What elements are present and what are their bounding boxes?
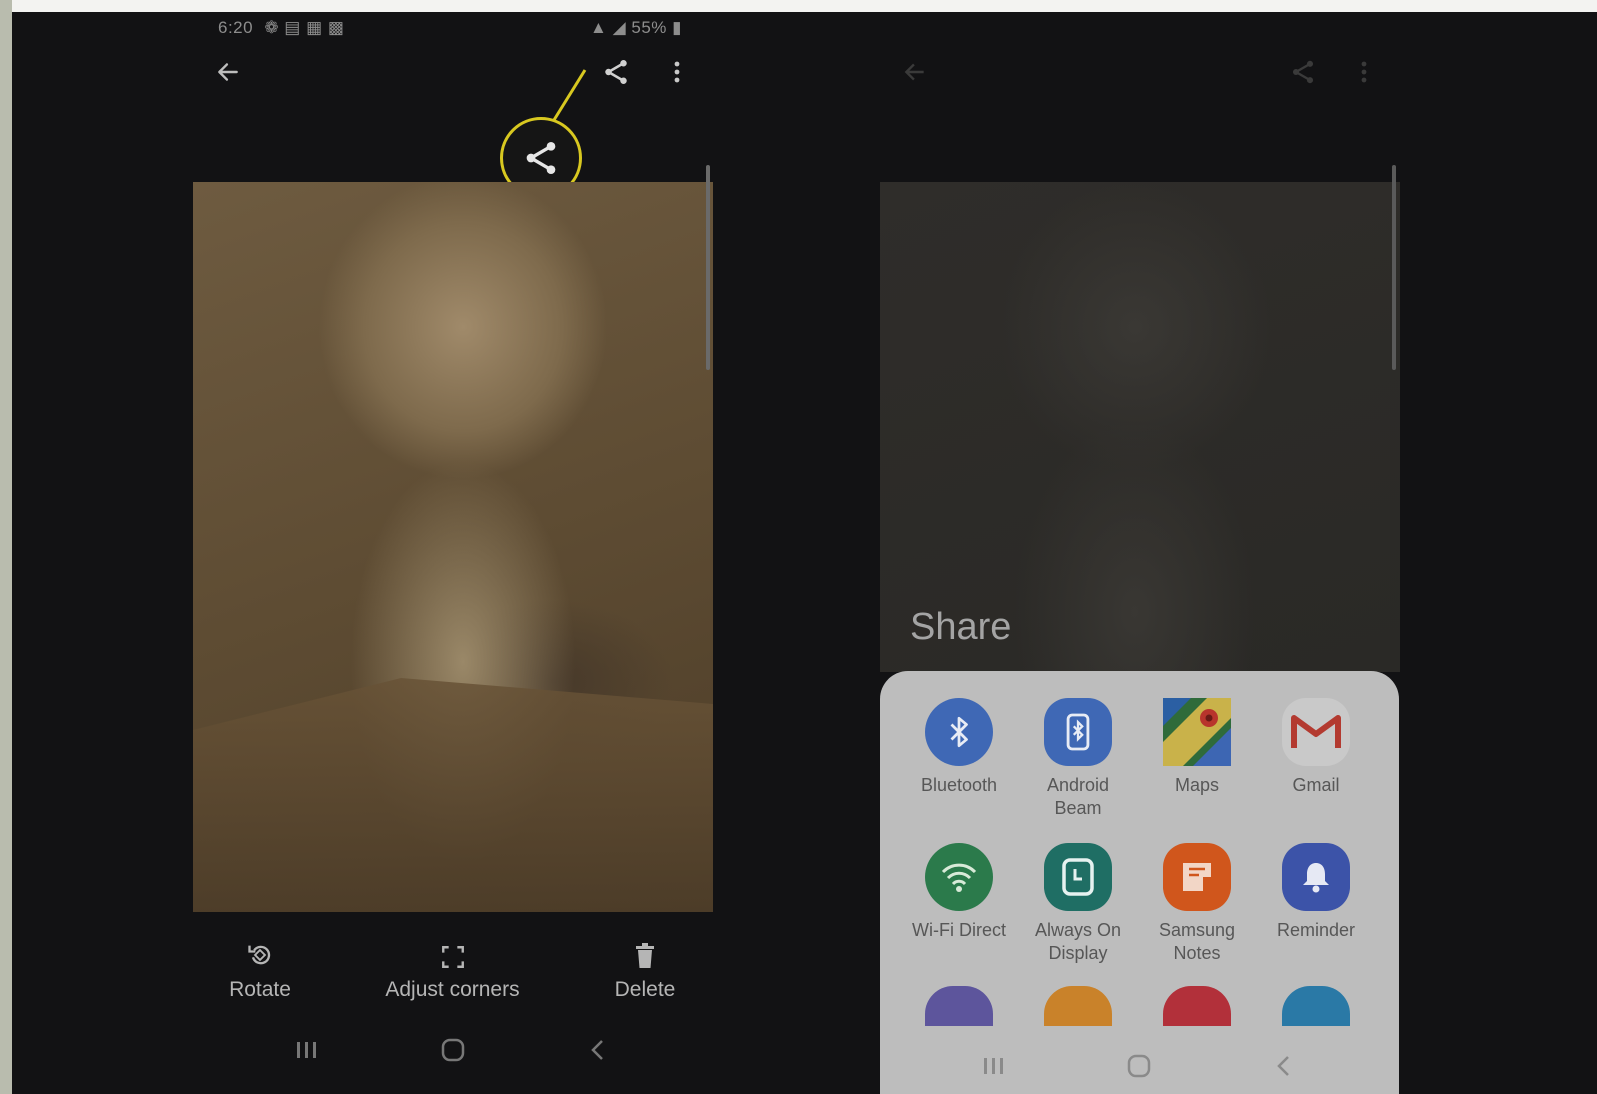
more-options-dimmed: [1342, 50, 1386, 94]
recents-icon: [984, 1058, 1003, 1074]
share-app-samsung-notes[interactable]: Samsung Notes: [1142, 843, 1252, 965]
back-button-dimmed: [893, 50, 937, 94]
always-on-display-icon: [1062, 858, 1094, 896]
more-vert-icon: [1361, 61, 1367, 83]
share-app-label: Samsung Notes: [1158, 920, 1236, 963]
scroll-indicator: [1392, 165, 1396, 370]
delete-button[interactable]: Delete: [600, 936, 690, 1002]
share-app-label: Bluetooth: [920, 775, 998, 795]
android-beam-icon: [1066, 713, 1090, 751]
share-app-reminder[interactable]: Reminder: [1261, 843, 1371, 942]
rotate-label: Rotate: [229, 978, 291, 1001]
home-icon: [1127, 1054, 1151, 1078]
share-app-maps[interactable]: Maps: [1142, 698, 1252, 797]
share-icon: [526, 142, 556, 174]
share-app-partial[interactable]: [1163, 986, 1231, 1026]
rotate-icon: [248, 945, 271, 965]
share-app-label: Maps: [1174, 775, 1219, 795]
share-app-always-on-display[interactable]: Always On Display: [1023, 843, 1133, 965]
scroll-indicator: [706, 165, 710, 370]
share-app-partial[interactable]: [925, 986, 993, 1026]
bluetooth-icon: [950, 716, 968, 748]
nav-back-button[interactable]: [588, 1036, 608, 1064]
trash-icon: [636, 943, 654, 968]
gmail-icon: [1291, 715, 1341, 748]
share-sheet: Bluetooth Android Beam Maps Gmail Wi-Fi …: [880, 671, 1399, 1094]
adjust-corners-label: Adjust corners: [385, 978, 520, 1001]
share-app-gmail[interactable]: Gmail: [1261, 698, 1371, 797]
share-app-label: Wi-Fi Direct: [912, 920, 1006, 940]
share-button-dimmed: [1281, 50, 1325, 94]
samsung-notes-icon: [1183, 863, 1211, 891]
share-app-bluetooth[interactable]: Bluetooth: [904, 698, 1014, 797]
home-button[interactable]: [440, 1036, 466, 1064]
scanned-photo-dimmed: [880, 182, 1400, 672]
scanned-photo[interactable]: [193, 182, 713, 912]
share-app-partial[interactable]: [1044, 986, 1112, 1026]
recent-apps-button[interactable]: [294, 1036, 320, 1064]
rotate-button[interactable]: Rotate: [212, 936, 308, 1002]
home-icon: [441, 1038, 465, 1062]
nav-back-button[interactable]: [1274, 1052, 1294, 1080]
share-app-label: Gmail: [1292, 775, 1340, 795]
share-icon: [1292, 60, 1314, 84]
nav-back-icon: [591, 1040, 603, 1060]
share-app-label: Always On Display: [1034, 920, 1122, 963]
share-app-android-beam[interactable]: Android Beam: [1023, 698, 1133, 820]
recents-icon: [297, 1042, 316, 1058]
nav-back-icon: [1277, 1056, 1289, 1076]
maps-icon: [1163, 698, 1231, 766]
recent-apps-button[interactable]: [981, 1052, 1007, 1080]
adjust-corners-icon: [441, 946, 464, 968]
navigation-bar-right: [880, 1036, 1399, 1094]
back-arrow-icon: [904, 63, 924, 81]
share-app-partial[interactable]: [1282, 986, 1350, 1026]
home-button[interactable]: [1126, 1052, 1152, 1080]
share-app-label: Reminder: [1276, 920, 1356, 940]
wifi-direct-icon: [941, 863, 977, 892]
delete-label: Delete: [614, 978, 676, 1001]
share-sheet-title: Share: [910, 606, 1012, 648]
bell-icon: [1303, 863, 1329, 893]
photo-detail: [193, 678, 713, 912]
share-app-wifi-direct[interactable]: Wi-Fi Direct: [904, 843, 1014, 942]
share-app-label: Android Beam: [1046, 775, 1110, 818]
adjust-corners-button[interactable]: Adjust corners: [370, 936, 535, 1002]
